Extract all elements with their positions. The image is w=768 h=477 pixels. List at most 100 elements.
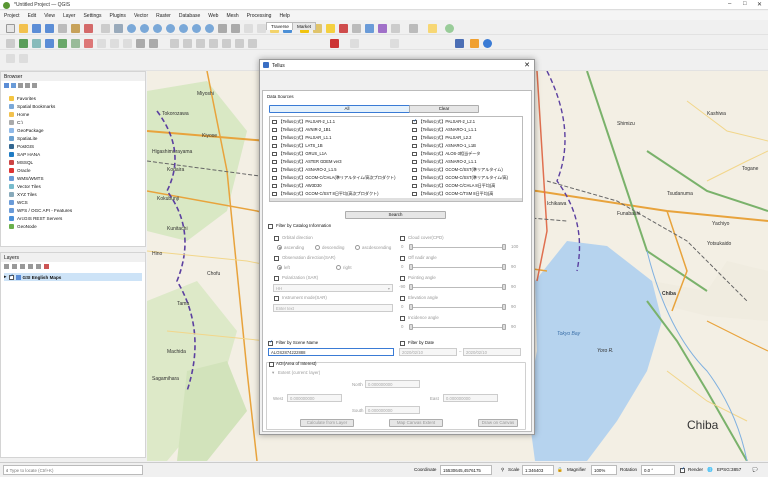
- wms-icon[interactable]: [390, 39, 399, 48]
- date-to-input[interactable]: 2020/02/10: [463, 348, 521, 356]
- text-annotation-icon[interactable]: [409, 24, 418, 33]
- browser-item-geonode[interactable]: GeoNode: [9, 224, 37, 229]
- off-nadir-knob-max[interactable]: [502, 264, 506, 270]
- label-show-icon[interactable]: [196, 39, 205, 48]
- browser-item-spatialite[interactable]: SpatiaLite: [9, 136, 37, 141]
- maximize-icon[interactable]: □: [743, 1, 747, 7]
- properties-icon[interactable]: [32, 83, 37, 88]
- new-map-view-icon[interactable]: [244, 24, 253, 33]
- browser-item-wms[interactable]: WMS/WMTS: [9, 176, 44, 181]
- list-horizontal-scrollbar[interactable]: [270, 198, 522, 201]
- zoom-layer-icon[interactable]: [192, 24, 201, 33]
- zoom-selection-icon[interactable]: [179, 24, 188, 33]
- dialog-close-icon[interactable]: ✕: [524, 61, 530, 69]
- browser-item-home[interactable]: Home: [9, 112, 29, 117]
- layer-item[interactable]: ▸ GSI English Maps: [4, 273, 142, 281]
- move-feature-icon[interactable]: [71, 39, 80, 48]
- undo-icon[interactable]: [136, 39, 145, 48]
- cloud-cover-slider[interactable]: [409, 247, 506, 248]
- extent-collapse-icon[interactable]: ▾: [272, 370, 274, 376]
- tellus-login-icon[interactable]: [470, 39, 479, 48]
- ascdescending-radio[interactable]: [355, 245, 360, 250]
- tab-traverse[interactable]: Traverse: [266, 22, 294, 30]
- menu-view[interactable]: View: [44, 13, 55, 19]
- ascending-radio[interactable]: [277, 245, 282, 250]
- redo-icon[interactable]: [149, 39, 158, 48]
- polarization-checkbox[interactable]: [274, 276, 279, 281]
- cloud-cover-checkbox[interactable]: [400, 236, 405, 241]
- remove-layer-icon[interactable]: [44, 264, 49, 269]
- polarization-select[interactable]: HH ▾: [273, 284, 393, 292]
- menu-processing[interactable]: Processing: [247, 13, 272, 19]
- print-layout-icon[interactable]: [58, 24, 67, 33]
- source-right-4[interactable]: 【Tellus公式】ALOS-3相当データ: [412, 151, 480, 157]
- digitize-icon[interactable]: [19, 39, 28, 48]
- open-project-icon[interactable]: [19, 24, 28, 33]
- source-left-2[interactable]: 【Tellus公式】PALSAR_L1.1: [272, 135, 331, 141]
- pointing-knob-min[interactable]: [409, 284, 413, 290]
- source-right-6[interactable]: 【Tellus公式】GCOM-C/SST(準リアルタイム): [412, 167, 503, 173]
- label-props-icon[interactable]: [235, 39, 244, 48]
- scene-name-input[interactable]: ALOS2874222888: [268, 348, 394, 356]
- draw-on-canvas-button[interactable]: Draw on Canvas: [478, 419, 518, 427]
- zoom-next-icon[interactable]: [231, 24, 240, 33]
- menu-plugins[interactable]: Plugins: [110, 13, 126, 19]
- save-as-icon[interactable]: [45, 24, 54, 33]
- incidence-knob-min[interactable]: [409, 324, 413, 330]
- measure-icon[interactable]: [391, 24, 400, 33]
- crs-label[interactable]: EPSG:3857: [717, 467, 741, 472]
- expand-all-icon[interactable]: [28, 264, 33, 269]
- menu-vector[interactable]: Vector: [134, 13, 148, 19]
- observation-direction-checkbox[interactable]: [274, 256, 279, 261]
- source-left-1[interactable]: 【Tellus公式】AVNIR-2_1B1: [272, 127, 331, 133]
- menu-mesh[interactable]: Mesh: [226, 13, 238, 19]
- browser-item-saphana[interactable]: SAP HANA: [9, 152, 40, 157]
- browser-item-bookmarks[interactable]: Spatial Bookmarks: [9, 104, 55, 109]
- browser-item-xyz[interactable]: XYZ Tiles: [9, 192, 37, 197]
- magnifier-field[interactable]: 100%: [591, 465, 617, 475]
- south-input[interactable]: 0.000000000: [365, 406, 420, 414]
- label-rotate-icon[interactable]: [222, 39, 231, 48]
- layer-visibility-checkbox[interactable]: [8, 273, 14, 280]
- scale-lock-icon[interactable]: 🔒: [557, 467, 563, 473]
- east-input[interactable]: 0.000000000: [443, 394, 498, 402]
- map-canvas-extent-button[interactable]: Map Canvas Extent: [389, 419, 443, 427]
- select-value-icon[interactable]: [326, 24, 335, 33]
- vertex-tool-icon[interactable]: [32, 39, 41, 48]
- attribute-table-icon[interactable]: [352, 24, 361, 33]
- label-pin-icon[interactable]: [183, 39, 192, 48]
- pointing-angle-checkbox[interactable]: [400, 276, 405, 281]
- browser-item-oracle[interactable]: Oracle: [9, 168, 31, 173]
- menu-help[interactable]: Help: [279, 13, 289, 19]
- incidence-angle-slider[interactable]: [409, 327, 506, 328]
- incidence-angle-checkbox[interactable]: [400, 316, 405, 321]
- orbital-direction-checkbox[interactable]: [274, 236, 279, 241]
- off-nadir-slider[interactable]: [409, 267, 506, 268]
- west-input[interactable]: 0.000000000: [287, 394, 342, 402]
- delete-selected-icon[interactable]: [84, 39, 93, 48]
- right-radio[interactable]: [336, 265, 341, 270]
- browser-item-geopackage[interactable]: GeoPackage: [9, 128, 44, 133]
- elevation-angle-checkbox[interactable]: [400, 296, 405, 301]
- source-right-3[interactable]: 【Tellus公式】ASNARO-1_L1B: [412, 143, 476, 149]
- calculate-from-layer-button[interactable]: Calculate from Layer: [300, 419, 354, 427]
- clear-button[interactable]: Clear: [409, 105, 479, 113]
- source-left-9[interactable]: 【Tellus公式】GCOM-C/SST 8日平均(高次プロダクト): [272, 191, 379, 197]
- source-right-5[interactable]: 【Tellus公式】ASNARO-2_L1.1: [412, 159, 477, 165]
- edit-pencil-icon[interactable]: [6, 39, 15, 48]
- source-right-8[interactable]: 【Tellus公式】GCOM-C/CHLA 8日平均(高: [412, 183, 495, 189]
- incidence-knob-max[interactable]: [502, 324, 506, 330]
- paste-icon[interactable]: [123, 39, 132, 48]
- source-left-5[interactable]: 【Tellus公式】ASTER GDEM ver3: [272, 159, 342, 165]
- crs-globe-icon[interactable]: 🌐: [707, 467, 713, 473]
- save-project-icon[interactable]: [32, 24, 41, 33]
- menu-raster[interactable]: Raster: [156, 13, 171, 19]
- filter-scene-checkbox[interactable]: [268, 339, 273, 346]
- browser-item-favorites[interactable]: Favorites: [9, 96, 36, 101]
- menu-layer[interactable]: Layer: [63, 13, 76, 19]
- new-project-icon[interactable]: [6, 24, 15, 33]
- browser-item-arcgis[interactable]: ArcGIS REST Servers: [9, 216, 62, 221]
- browser-item-drive[interactable]: C:\: [9, 120, 23, 125]
- close-icon[interactable]: ✕: [757, 1, 762, 8]
- elevation-angle-slider[interactable]: [409, 307, 506, 308]
